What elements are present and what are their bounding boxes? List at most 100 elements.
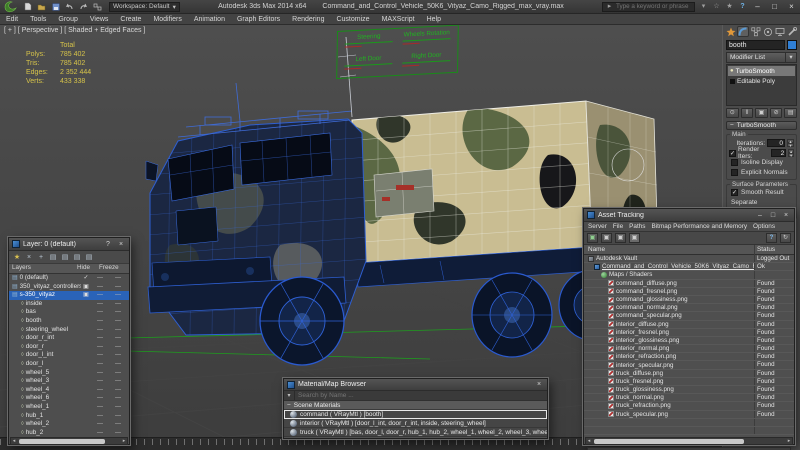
asset-row-texture[interactable]: command_diffuse.png Found <box>584 280 794 288</box>
modifier-enabled-icon[interactable]: ● <box>730 68 734 74</box>
asset-row-maps-group[interactable]: Maps / Shaders <box>584 271 794 279</box>
menu-item[interactable]: Help <box>421 14 447 25</box>
asset-row-texture[interactable]: truck_diffuse.png Found <box>584 370 794 378</box>
asset-row-texture[interactable]: truck_glossiness.png Found <box>584 386 794 394</box>
layer-object-row[interactable]: ◊door_r_int — — <box>9 334 129 343</box>
hide-toggle[interactable]: — <box>91 326 109 335</box>
rig-control[interactable]: Steering <box>340 32 398 53</box>
iterations-value[interactable]: 0 <box>767 139 785 147</box>
asset-tracking-titlebar[interactable]: Asset Tracking – □ × <box>584 209 794 222</box>
open-file-icon[interactable] <box>36 2 47 12</box>
hide-toggle[interactable]: — <box>91 386 109 395</box>
menu-item[interactable]: Tools <box>24 14 52 25</box>
asset-row-texture[interactable]: interior_normal.png Found <box>584 345 794 353</box>
freeze-toggle[interactable]: — <box>109 420 127 429</box>
layer-object-row[interactable]: ◊hub_1 — — <box>9 412 129 421</box>
layer-object-row[interactable]: ◊door_l_int — — <box>9 351 129 360</box>
asset-row-vault[interactable]: Autodesk Vault Logged Out <box>584 255 794 263</box>
spinner-down-icon[interactable]: ▾ <box>788 153 794 157</box>
maximize-icon[interactable]: □ <box>768 210 778 221</box>
freeze-toggle[interactable]: — <box>109 283 127 292</box>
asset-row-texture[interactable]: command_normal.png Found <box>584 304 794 312</box>
asset-row-texture[interactable]: truck_fresnel.png Found <box>584 378 794 386</box>
layer-marker-icon[interactable]: ▣ <box>81 291 91 300</box>
create-layer-icon[interactable]: ★ <box>12 253 22 261</box>
menu-item[interactable]: Bitmap Performance and Memory <box>651 223 747 230</box>
help-icon[interactable]: ? <box>103 239 113 250</box>
material-search-input[interactable] <box>295 391 547 400</box>
hide-toggle[interactable]: — <box>91 274 109 283</box>
hide-toggle[interactable]: — <box>91 377 109 386</box>
menu-item[interactable]: Graph Editors <box>231 14 286 25</box>
layer-object-row[interactable]: ◊door_l — — <box>9 360 129 369</box>
rig-control[interactable]: Left Door <box>339 54 397 75</box>
asset-row-texture[interactable]: command_specular.png Found <box>584 312 794 320</box>
freeze-layer-icon[interactable]: ▤ <box>84 253 94 261</box>
column-freeze[interactable]: Freeze <box>99 264 125 273</box>
scroll-left-icon[interactable]: ◂ <box>11 438 17 444</box>
add-to-layer-icon[interactable]: + <box>36 254 46 261</box>
menu-item[interactable]: Server <box>588 223 607 230</box>
workspace-dropdown[interactable]: Workspace: Default ▾ <box>109 2 180 12</box>
layer-object-row[interactable]: ◊booth — — <box>9 317 129 326</box>
freeze-toggle[interactable]: — <box>109 326 127 335</box>
motion-tab-icon[interactable] <box>762 26 773 37</box>
asset-row-texture[interactable]: truck_normal.png Found <box>584 394 794 402</box>
make-unique-icon[interactable]: ▣ <box>755 108 768 118</box>
column-status[interactable]: Status <box>754 245 794 255</box>
asset-row-texture[interactable]: command_glossiness.png Found <box>584 296 794 304</box>
vault-status-icon[interactable]: ▣ <box>587 233 598 243</box>
search-input[interactable] <box>616 3 692 10</box>
layer-object-row[interactable]: ◊door_r — — <box>9 343 129 352</box>
scene-materials-group-header[interactable]: − Scene Materials <box>284 401 547 410</box>
asset-row-texture[interactable]: interior_fresnel.png Found <box>584 329 794 337</box>
layer-object-row[interactable]: ◊wheel_2 — — <box>9 420 129 429</box>
minimize-button[interactable]: – <box>751 1 764 12</box>
layer-horizontal-scrollbar[interactable]: ◂ ▸ <box>10 437 128 445</box>
menu-item[interactable]: Animation <box>188 14 231 25</box>
object-color-swatch[interactable] <box>787 40 797 50</box>
freeze-toggle[interactable]: — <box>109 394 127 403</box>
rig-slider-value[interactable] <box>402 43 419 45</box>
freeze-toggle[interactable]: — <box>109 308 127 317</box>
menu-item[interactable]: Rendering <box>286 14 330 25</box>
layer-object-row[interactable]: ◊hub_2 — — <box>9 429 129 438</box>
isoline-display-checkbox[interactable] <box>731 159 738 166</box>
render-iters-checkbox[interactable]: ✓ <box>729 150 736 157</box>
pin-stack-icon[interactable]: ⊙ <box>726 108 739 118</box>
freeze-toggle[interactable]: — <box>109 369 127 378</box>
menu-item[interactable]: File <box>613 223 623 230</box>
scrollbar-thumb[interactable] <box>19 439 105 444</box>
material-browser-titlebar[interactable]: Material/Map Browser × <box>284 379 547 391</box>
freeze-toggle[interactable]: — <box>109 291 127 300</box>
hide-toggle[interactable]: — <box>91 403 109 412</box>
asset-horizontal-scrollbar[interactable]: ◂ ▸ <box>585 437 793 445</box>
search-run-icon[interactable]: ▸ <box>605 2 614 12</box>
hide-toggle[interactable]: — <box>91 343 109 352</box>
hide-toggle[interactable]: — <box>91 429 109 438</box>
layer-object-row[interactable]: ◊wheel_5 — — <box>9 369 129 378</box>
layer-object-row[interactable]: ◊inside — — <box>9 300 129 309</box>
hide-toggle[interactable]: — <box>91 308 109 317</box>
configure-modifier-sets-icon[interactable]: ▤ <box>784 108 797 118</box>
rig-slider-value[interactable] <box>344 46 361 48</box>
asset-row-texture[interactable]: interior_refraction.png Found <box>584 353 794 361</box>
column-name[interactable]: Name <box>584 245 754 255</box>
3dsmax-logo-icon[interactable] <box>2 1 18 13</box>
menu-item[interactable]: Edit <box>0 14 24 25</box>
chevron-down-icon[interactable]: ▾ <box>284 391 295 400</box>
path-editor-icon[interactable]: ▣ <box>615 233 626 243</box>
viewport-menu-pov[interactable]: [ Perspective ] <box>18 27 62 34</box>
close-icon[interactable]: × <box>116 239 126 250</box>
freeze-toggle[interactable]: — <box>109 377 127 386</box>
current-layer-check-icon[interactable]: ✓ <box>81 274 91 283</box>
freeze-toggle[interactable]: — <box>109 412 127 421</box>
maximize-button[interactable]: □ <box>768 1 781 12</box>
hide-toggle[interactable]: — <box>91 412 109 421</box>
scrollbar-thumb[interactable] <box>594 439 744 444</box>
refresh-icon[interactable]: ↻ <box>780 233 791 243</box>
freeze-toggle[interactable]: — <box>109 360 127 369</box>
help-icon[interactable]: ? <box>766 233 777 243</box>
undo-icon[interactable] <box>64 2 75 12</box>
help-icon[interactable]: ? <box>738 2 747 12</box>
